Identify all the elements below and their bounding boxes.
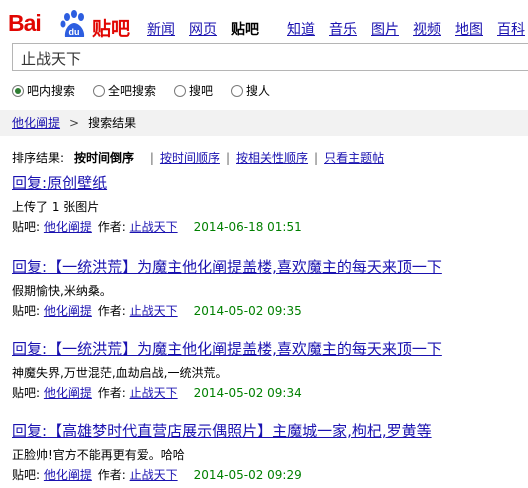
result-snippet: 正脸帅!官方不能再更有爱。哈哈 — [12, 448, 185, 462]
sort-bar: 排序结果: 按时间倒序 | 按时间顺序 | 按相关性顺序 | 只看主题帖 — [12, 149, 384, 166]
result-title-text: 【一统洪荒】为魔主他化阐提盖楼,喜欢魔主的每天来顶一下 — [47, 258, 442, 276]
search-scope-radios: 吧内搜索 全吧搜索 搜吧 搜人 — [12, 82, 288, 100]
meta-forum-link[interactable]: 他化阐提 — [44, 468, 92, 482]
nav-item: 新闻 — [147, 19, 175, 39]
nav-item: 音乐 — [329, 19, 357, 39]
sort-link-0[interactable]: 按时间顺序 — [160, 151, 220, 165]
nav-item: 视频 — [413, 19, 441, 39]
meta-author-label: 作者: — [97, 386, 126, 400]
paw-logo-icon: du — [60, 10, 85, 37]
scope-radio-1[interactable]: 全吧搜索 — [93, 82, 156, 99]
nav-link-3[interactable]: 知道 — [287, 22, 315, 38]
breadcrumb-current: 搜索结果 — [88, 116, 137, 130]
result-item: 回复:【一统洪荒】为魔主他化阐提盖楼,喜欢魔主的每天来顶一下神魔失界,万世混茫,… — [12, 338, 528, 401]
result-snippet: 上传了 1 张图片 — [12, 200, 100, 214]
result-title-text: 【高雄梦时代直营店展示偶照片】主魔城一家,枸杞,罗黄等 — [47, 422, 432, 440]
meta-forum-label: 贴吧: — [12, 468, 41, 482]
result-title: 回复:【一统洪荒】为魔主他化阐提盖楼,喜欢魔主的每天来顶一下 — [12, 256, 528, 277]
nav-link-5[interactable]: 图片 — [371, 22, 399, 38]
result-snippet: 神魔失界,万世混茫,血劫启战,一统洪荒。 — [12, 366, 228, 380]
sort-separator: | — [314, 151, 319, 165]
meta-author-link[interactable]: 止战天下 — [130, 468, 178, 482]
nav-link-6[interactable]: 视频 — [413, 22, 441, 38]
result-title-text: 原创壁纸 — [47, 174, 108, 192]
nav-link-8[interactable]: 百科 — [497, 22, 525, 38]
meta-forum-link[interactable]: 他化阐提 — [44, 386, 92, 400]
nav-item: 贴吧 — [231, 19, 273, 39]
result-item: 回复:原创壁纸上传了 1 张图片 贴吧: 他化阐提 作者: 止战天下 2014-06… — [12, 172, 528, 235]
nav-item: 百科 — [497, 19, 525, 39]
radio-label: 吧内搜索 — [27, 84, 76, 98]
scope-radio-3[interactable]: 搜人 — [231, 82, 270, 99]
meta-author-label: 作者: — [97, 468, 126, 482]
result-meta: 贴吧: 他化阐提 作者: 止战天下 2014-05-02 09:35 — [12, 302, 528, 319]
result-item: 回复:【一统洪荒】为魔主他化阐提盖楼,喜欢魔主的每天来顶一下 假期愉快,米纳桑。贴… — [12, 256, 528, 319]
result-title-link[interactable]: 回复:【高雄梦时代直营店展示偶照片】主魔城一家,枸杞,罗黄等 — [12, 422, 432, 440]
result-title: 回复:【高雄梦时代直营店展示偶照片】主魔城一家,枸杞,罗黄等 — [12, 420, 528, 441]
result-meta: 贴吧: 他化阐提 作者: 止战天下 2014-05-02 09:34 — [12, 384, 528, 401]
sort-separator: | — [225, 151, 230, 165]
logo-text-du: du — [69, 27, 80, 37]
meta-date: 2014-06-18 01:51 — [193, 220, 302, 234]
meta-date: 2014-05-02 09:34 — [193, 386, 302, 400]
result-prefix: 回复: — [12, 174, 48, 192]
meta-forum-label: 贴吧: — [12, 386, 41, 400]
scope-radio-0[interactable]: 吧内搜索 — [12, 82, 75, 99]
result-title-link[interactable]: 回复:【一统洪荒】为魔主他化阐提盖楼,喜欢魔主的每天来顶一下 — [12, 340, 442, 358]
meta-forum-label: 贴吧: — [12, 220, 41, 234]
baidu-tieba-logo[interactable]: Bai du 贴吧 — [8, 8, 136, 40]
result-prefix: 回复: — [12, 340, 48, 358]
nav-link-0[interactable]: 新闻 — [147, 22, 175, 38]
breadcrumb-forum-link[interactable]: 他化阐提 — [12, 116, 60, 130]
meta-author-label: 作者: — [97, 304, 126, 318]
top-nav: 新闻 网页 贴吧 知道 音乐 图片 视频 地图 百科 — [147, 19, 528, 39]
meta-forum-label: 贴吧: — [12, 304, 41, 318]
radio-label: 全吧搜索 — [108, 84, 157, 98]
radio-label: 搜吧 — [189, 84, 214, 98]
nav-item: 知道 — [287, 19, 315, 39]
result-title-text: 【一统洪荒】为魔主他化阐提盖楼,喜欢魔主的每天来顶一下 — [47, 340, 442, 358]
result-snippet: 假期愉快,米纳桑。 — [12, 284, 112, 298]
radio-label: 搜人 — [246, 84, 271, 98]
nav-link-7[interactable]: 地图 — [455, 22, 483, 38]
radio-button-icon[interactable] — [12, 84, 24, 97]
nav-item: 图片 — [371, 19, 399, 39]
breadcrumb: 他化阐提 > 搜索结果 — [0, 110, 528, 136]
sort-link-1[interactable]: 按相关性顺序 — [236, 151, 308, 165]
result-title-link[interactable]: 回复:原创壁纸 — [12, 174, 107, 192]
result-title: 回复:原创壁纸 — [12, 172, 528, 193]
nav-link-4[interactable]: 音乐 — [329, 22, 357, 38]
meta-author-link[interactable]: 止战天下 — [130, 386, 178, 400]
meta-author-link[interactable]: 止战天下 — [130, 304, 178, 318]
breadcrumb-separator: > — [69, 116, 80, 130]
meta-forum-link[interactable]: 他化阐提 — [44, 304, 92, 318]
sort-separator: | — [149, 151, 154, 165]
meta-date: 2014-05-02 09:29 — [193, 468, 302, 482]
result-prefix: 回复: — [12, 422, 48, 440]
logo-text-bai: Bai — [8, 10, 42, 36]
sort-label: 排序结果: — [12, 151, 65, 165]
sort-active-option: 按时间倒序 — [74, 151, 135, 165]
nav-item: 网页 — [189, 19, 217, 39]
result-title-link[interactable]: 回复:【一统洪荒】为魔主他化阐提盖楼,喜欢魔主的每天来顶一下 — [12, 258, 442, 276]
result-prefix: 回复: — [12, 258, 48, 276]
nav-item: 地图 — [455, 19, 483, 39]
result-item: 回复:【高雄梦时代直营店展示偶照片】主魔城一家,枸杞,罗黄等正脸帅!官方不能再更… — [12, 420, 528, 483]
result-meta: 贴吧: 他化阐提 作者: 止战天下 2014-05-02 09:29 — [12, 466, 528, 483]
result-meta: 贴吧: 他化阐提 作者: 止战天下 2014-06-18 01:51 — [12, 218, 528, 235]
nav-link-1[interactable]: 网页 — [189, 22, 217, 38]
radio-button-icon[interactable] — [174, 84, 187, 97]
search-input[interactable]: 止战天下 — [12, 43, 528, 71]
meta-date: 2014-05-02 09:35 — [193, 304, 302, 318]
meta-forum-link[interactable]: 他化阐提 — [44, 220, 92, 234]
radio-button-icon[interactable] — [231, 84, 244, 97]
sort-link-2[interactable]: 只看主题帖 — [324, 151, 384, 165]
meta-author-label: 作者: — [97, 220, 126, 234]
meta-author-link[interactable]: 止战天下 — [130, 220, 178, 234]
scope-radio-2[interactable]: 搜吧 — [174, 82, 213, 99]
result-title: 回复:【一统洪荒】为魔主他化阐提盖楼,喜欢魔主的每天来顶一下 — [12, 338, 528, 359]
nav-link-2: 贴吧 — [231, 22, 259, 38]
radio-button-icon[interactable] — [93, 84, 106, 97]
logo-text-tieba: 贴吧 — [92, 18, 131, 40]
